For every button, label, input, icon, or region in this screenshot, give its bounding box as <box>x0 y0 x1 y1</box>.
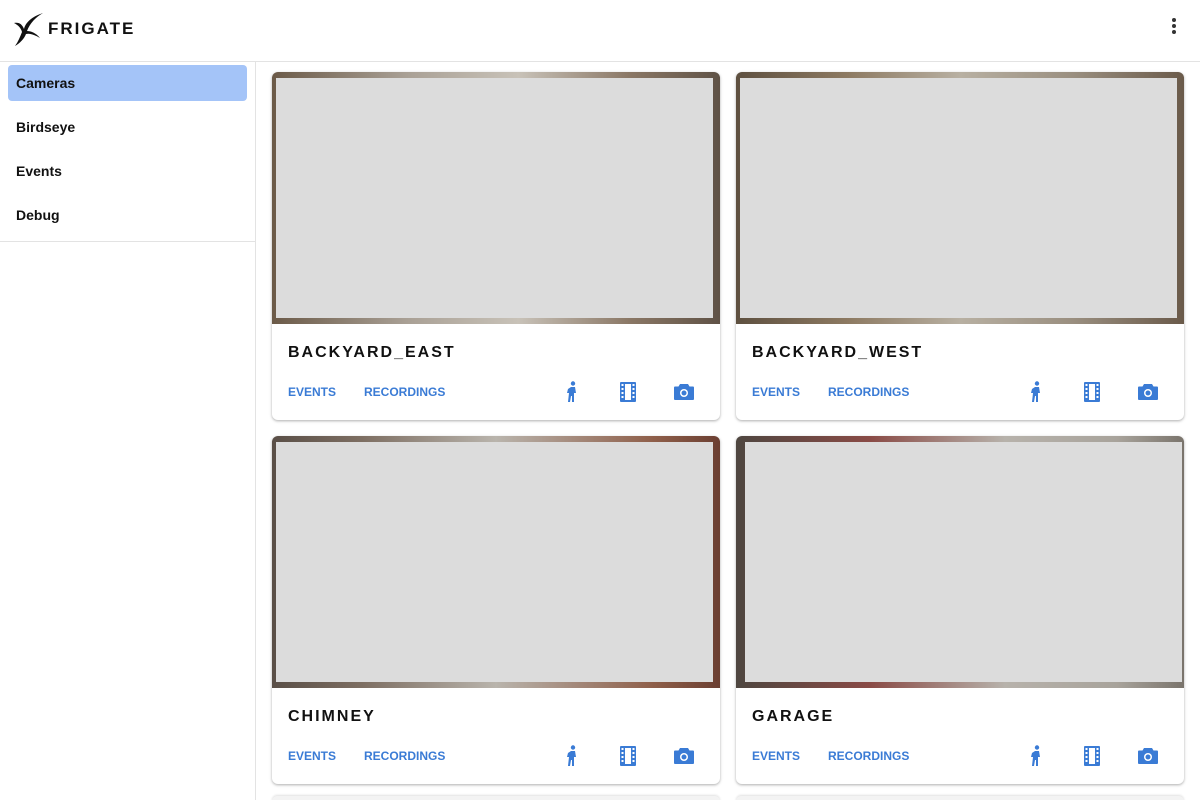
more-vertical-icon <box>1172 18 1176 34</box>
frigate-bird-icon[interactable] <box>12 11 45 48</box>
camera-card-chimney: CHIMNEY EVENTS RECORDINGS <box>272 436 720 784</box>
recordings-button[interactable] <box>616 743 640 769</box>
camera-feed-placeholder <box>745 442 1182 682</box>
sidebar-item-debug[interactable]: Debug <box>8 197 247 233</box>
motion-button[interactable] <box>560 743 584 769</box>
recordings-film-icon <box>620 746 636 766</box>
motion-person-icon <box>1031 381 1040 402</box>
camera-thumbnail[interactable] <box>272 72 720 324</box>
sidebar-item-cameras[interactable]: Cameras <box>8 65 247 101</box>
sidebar-item-birdseye[interactable]: Birdseye <box>8 109 247 145</box>
snapshot-button[interactable] <box>1136 743 1160 769</box>
more-options-button[interactable] <box>1162 14 1186 38</box>
sidebar-item-events[interactable]: Events <box>8 153 247 189</box>
snapshot-button[interactable] <box>672 743 696 769</box>
camera-feed-placeholder <box>276 442 713 682</box>
motion-button[interactable] <box>560 379 584 405</box>
events-link[interactable]: EVENTS <box>288 749 336 763</box>
recordings-button[interactable] <box>1080 743 1104 769</box>
camera-name: GARAGE <box>752 708 835 725</box>
recordings-link[interactable]: RECORDINGS <box>828 749 909 763</box>
recordings-link[interactable]: RECORDINGS <box>364 749 445 763</box>
camera-name: CHIMNEY <box>288 708 376 725</box>
motion-button[interactable] <box>1024 379 1048 405</box>
camera-card-backyard-east: BACKYARD_EAST EVENTS RECORDINGS <box>272 72 720 420</box>
events-link[interactable]: EVENTS <box>288 385 336 399</box>
events-link[interactable]: EVENTS <box>752 749 800 763</box>
sidebar-nav: Cameras Birdseye Events Debug <box>0 62 255 242</box>
camera-name: BACKYARD_EAST <box>288 344 456 361</box>
recordings-film-icon <box>1084 746 1100 766</box>
camera-card-backyard-west: BACKYARD_WEST EVENTS RECORDINGS <box>736 72 1184 420</box>
camera-feed-placeholder <box>276 78 713 318</box>
recordings-button[interactable] <box>616 379 640 405</box>
camera-card-partial <box>736 796 1184 800</box>
camera-thumbnail[interactable] <box>736 72 1184 324</box>
motion-person-icon <box>1031 745 1040 766</box>
recordings-link[interactable]: RECORDINGS <box>828 385 909 399</box>
motion-button[interactable] <box>1024 743 1048 769</box>
snapshot-button[interactable] <box>1136 379 1160 405</box>
snapshot-button[interactable] <box>672 379 696 405</box>
snapshot-camera-icon <box>674 384 694 400</box>
recordings-film-icon <box>1084 382 1100 402</box>
app-title: FRIGATE <box>48 19 136 38</box>
camera-thumbnail[interactable] <box>272 436 720 688</box>
recordings-link[interactable]: RECORDINGS <box>364 385 445 399</box>
motion-person-icon <box>567 745 576 766</box>
recordings-film-icon <box>620 382 636 402</box>
recordings-button[interactable] <box>1080 379 1104 405</box>
snapshot-camera-icon <box>1138 748 1158 764</box>
camera-name: BACKYARD_WEST <box>752 344 924 361</box>
motion-person-icon <box>567 381 576 402</box>
events-link[interactable]: EVENTS <box>752 385 800 399</box>
camera-card-garage: GARAGE EVENTS RECORDINGS <box>736 436 1184 784</box>
app-header: FRIGATE <box>0 0 1200 62</box>
snapshot-camera-icon <box>674 748 694 764</box>
camera-thumbnail[interactable] <box>736 436 1184 688</box>
camera-feed-placeholder <box>740 78 1177 318</box>
sidebar: Cameras Birdseye Events Debug <box>0 62 256 800</box>
camera-card-partial <box>272 796 720 800</box>
snapshot-camera-icon <box>1138 384 1158 400</box>
